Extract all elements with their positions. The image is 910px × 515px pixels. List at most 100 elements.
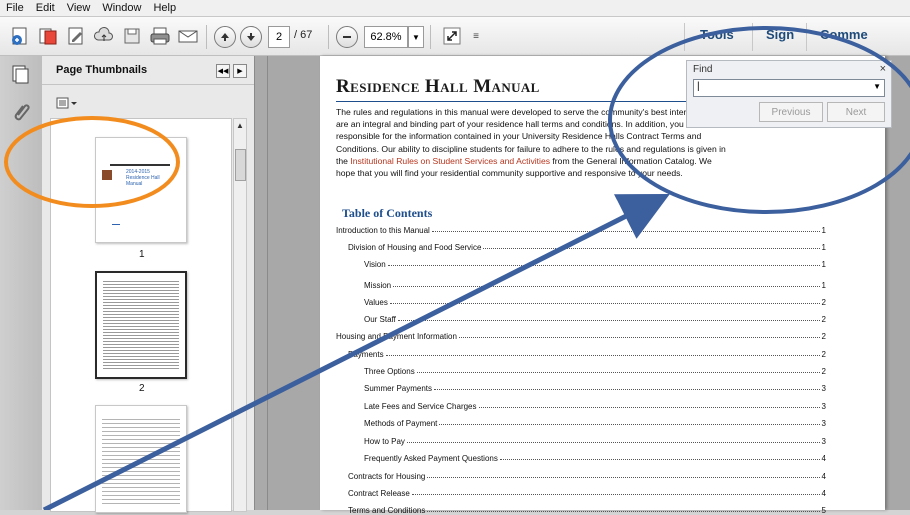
toc-entry[interactable]: Summer Payments 3 — [364, 380, 826, 393]
menu-help[interactable]: Help — [153, 2, 176, 14]
thumbnail-scrollbar[interactable]: ▲ — [233, 118, 247, 512]
toc-page: 1 — [821, 281, 826, 290]
toc-label: Contract Release — [348, 489, 410, 498]
thumbnail-label-1: 1 — [139, 249, 145, 260]
zoom-out-button[interactable] — [336, 26, 358, 48]
menu-file[interactable]: File — [6, 2, 24, 14]
toc-label: Contracts for Housing — [348, 472, 426, 481]
toc-entry[interactable]: Three Options 2 — [364, 363, 826, 376]
toc-entry[interactable]: Our Staff 2 — [364, 311, 826, 324]
tools-link[interactable]: Tools — [700, 27, 734, 42]
attachments-paperclip-icon[interactable] — [10, 102, 30, 131]
close-find-icon[interactable]: × — [880, 63, 886, 75]
toc-page: 2 — [821, 332, 826, 341]
page-thumbnail-2[interactable] — [95, 271, 187, 379]
toc-page: 1 — [821, 260, 826, 269]
toc-label: Three Options — [364, 367, 415, 376]
toc-entry[interactable]: Frequently Asked Payment Questions 4 — [364, 450, 826, 463]
page-thumbnails-panel: Page Thumbnails ◀◀ ▶ 2014-2015 Residence… — [42, 56, 254, 513]
next-page-button[interactable] — [240, 26, 262, 48]
toc-page: 1 — [821, 243, 826, 252]
intro-text: from the General Information Catalog. We — [550, 155, 712, 166]
menu-view[interactable]: View — [67, 2, 91, 14]
toc-label: Payments — [348, 350, 384, 359]
toc-label: Frequently Asked Payment Questions — [364, 454, 498, 463]
thumb-line: Manual — [126, 181, 143, 187]
intro-text: the — [336, 155, 351, 166]
toc-page: 2 — [821, 298, 826, 307]
thumbnail-options-menu[interactable] — [56, 97, 80, 111]
toc-page: 2 — [821, 367, 826, 376]
toc-entry[interactable]: Introduction to this Manual 1 — [336, 222, 826, 235]
panel-splitter[interactable] — [254, 56, 268, 510]
toc-page: 5 — [821, 506, 826, 515]
create-icon[interactable] — [8, 25, 32, 47]
intro-line: Conditions. Our ability to discipline st… — [336, 143, 726, 154]
page-thumbnail-3[interactable] — [95, 405, 187, 513]
toc-entry[interactable]: Late Fees and Service Charges 3 — [364, 398, 826, 411]
toc-entry[interactable]: Payments 2 — [348, 346, 826, 359]
panel-title: Page Thumbnails — [56, 64, 148, 76]
find-options-chevron-icon[interactable]: ▼ — [873, 82, 881, 91]
navigation-rail — [0, 56, 43, 510]
previous-page-button[interactable] — [214, 26, 236, 48]
collapse-panel-button[interactable]: ◀◀ — [216, 64, 230, 78]
page-number-input[interactable]: 2 — [268, 26, 290, 48]
toc-entry[interactable]: Values 2 — [364, 294, 826, 307]
find-previous-button[interactable]: Previous — [759, 102, 823, 122]
toc-entry[interactable]: How to Pay 3 — [364, 433, 826, 446]
toc-page: 3 — [821, 437, 826, 446]
toc-label: Division of Housing and Food Service — [348, 243, 482, 252]
toolbar-separator — [806, 23, 807, 51]
zoom-level-input[interactable]: 62.8% — [364, 26, 408, 48]
find-next-button[interactable]: Next — [827, 102, 885, 122]
menu-edit[interactable]: Edit — [36, 2, 55, 14]
toc-label: Mission — [364, 281, 392, 290]
page-thumbnails-icon[interactable] — [10, 64, 30, 89]
toc-page: 4 — [821, 489, 826, 498]
find-input[interactable]: | ▼ — [693, 79, 885, 97]
toc-page: 2 — [821, 315, 826, 324]
toc-entry[interactable]: Mission 1 — [364, 277, 826, 290]
find-title: Find — [693, 64, 713, 75]
toc-page: 3 — [821, 384, 826, 393]
toc-entry[interactable]: Methods of Payment 3 — [364, 415, 826, 428]
combine-icon[interactable] — [36, 25, 60, 47]
zoom-dropdown-chevron-icon[interactable]: ▼ — [408, 26, 424, 48]
toolbar-separator — [752, 23, 753, 51]
cloud-upload-icon[interactable] — [92, 25, 116, 47]
intro-line: the Institutional Rules on Student Servi… — [336, 155, 856, 167]
scrollbar-thumb[interactable] — [235, 149, 246, 181]
toc-entry[interactable]: Division of Housing and Food Service 1 — [348, 239, 826, 252]
panel-menu-button[interactable]: ▶ — [233, 64, 247, 78]
toc-entry[interactable]: Housing and Payment Information 2 — [336, 328, 826, 341]
sign-link[interactable]: Sign — [766, 27, 794, 42]
print-icon[interactable] — [148, 25, 172, 47]
scroll-up-icon[interactable]: ▲ — [234, 119, 246, 131]
toc-entry[interactable]: Vision 1 — [364, 256, 826, 269]
menu-window[interactable]: Window — [102, 2, 141, 14]
toc-label: Late Fees and Service Charges — [364, 402, 477, 411]
save-icon[interactable] — [120, 25, 144, 47]
email-icon[interactable] — [176, 25, 200, 47]
toc-page: 1 — [821, 226, 826, 235]
toc-heading: Table of Contents — [342, 206, 433, 220]
toolbar-separator — [684, 23, 685, 51]
panel-header: Page Thumbnails ◀◀ ▶ — [42, 56, 254, 85]
toc-label: Our Staff — [364, 315, 396, 324]
toc-label: Housing and Payment Information — [336, 332, 457, 341]
edit-document-icon[interactable] — [64, 25, 88, 47]
toc-page: 3 — [821, 402, 826, 411]
toc-entry[interactable]: Contract Release 4 — [348, 485, 826, 498]
toc-entry[interactable]: Contracts for Housing 4 — [348, 468, 826, 481]
page-thumbnail-1[interactable]: 2014-2015 Residence Hall Manual — [95, 137, 187, 243]
comment-link[interactable]: Comme — [820, 27, 868, 42]
document-title: Residence Hall Manual — [336, 76, 540, 97]
thumbnail-list[interactable]: 2014-2015 Residence Hall Manual 1 2 — [50, 118, 232, 513]
institutional-rules-link[interactable]: Institutional Rules on Student Services … — [350, 156, 550, 166]
intro-line: hope that you will find your residential… — [336, 168, 683, 179]
toc-entry[interactable]: Terms and Conditions 5 — [348, 502, 826, 515]
toolbar-separator — [430, 25, 431, 49]
fit-page-icon[interactable] — [440, 25, 464, 47]
customize-toolbar-icon[interactable]: ≡ — [464, 25, 488, 47]
